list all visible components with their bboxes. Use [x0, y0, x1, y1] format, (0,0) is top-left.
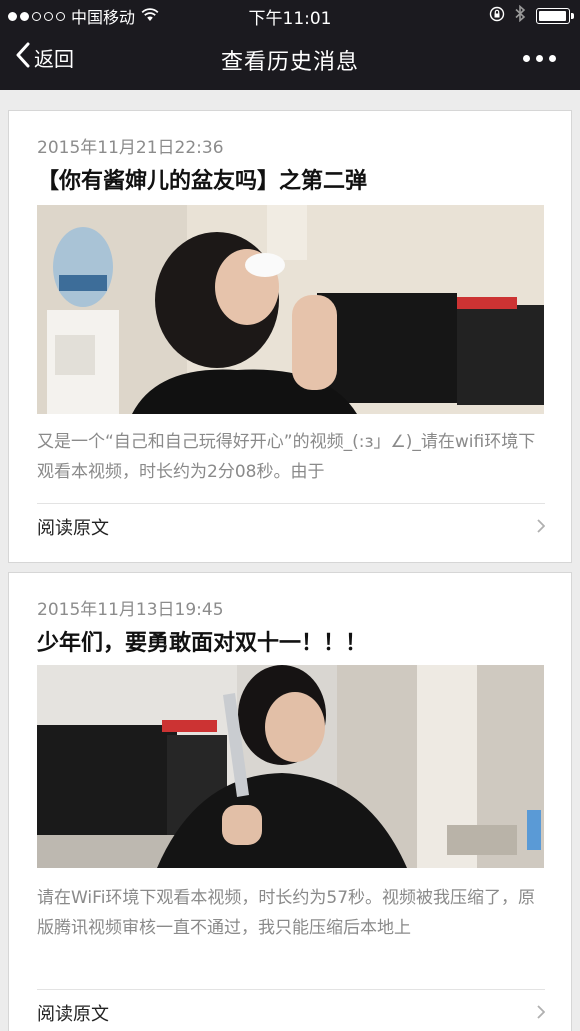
divider	[37, 503, 545, 504]
article-date: 2015年11月13日19:45	[37, 600, 224, 620]
article-thumbnail[interactable]	[37, 665, 544, 868]
article-description: 又是一个“自己和自己玩得好开心”的视频_(:з」∠)_请在wifi环境下观看本视…	[37, 432, 536, 482]
rotation-lock-icon	[489, 6, 505, 26]
article-card[interactable]: 2015年11月21日22:36 【你有酱婶儿的盆友吗】之第二弹 又是一个“自己…	[8, 110, 572, 563]
divider	[37, 989, 545, 990]
read-more-label: 阅读原文	[37, 1004, 109, 1025]
bluetooth-icon	[515, 4, 526, 26]
chevron-right-icon	[537, 517, 546, 538]
article-description: 请在WiFi环境下观看本视频，时长约为57秒。视频被我压缩了，原版腾讯视频审核一…	[37, 888, 536, 938]
read-original-link[interactable]: 阅读原文	[37, 993, 546, 1031]
read-original-link[interactable]: 阅读原文	[37, 507, 546, 547]
history-message-list: 2015年11月21日22:36 【你有酱婶儿的盆友吗】之第二弹 又是一个“自己…	[0, 90, 580, 1031]
article-thumbnail[interactable]	[37, 205, 544, 414]
read-more-label: 阅读原文	[37, 518, 109, 539]
article-title[interactable]: 【你有酱婶儿的盆友吗】之第二弹	[37, 163, 367, 195]
battery-icon	[536, 7, 574, 24]
more-dots-icon[interactable]	[523, 55, 556, 62]
article-date: 2015年11月21日22:36	[37, 138, 224, 158]
chevron-right-icon	[537, 1003, 546, 1024]
status-right	[489, 4, 574, 26]
article-title[interactable]: 少年们，要勇敢面对双十一！！！	[37, 625, 367, 657]
article-card[interactable]: 2015年11月13日19:45 少年们，要勇敢面对双十一！！！ 请在WiFi环…	[8, 572, 572, 1031]
navigation-bar: 返回 查看历史消息	[0, 30, 580, 90]
status-bar: 中国移动 下午11:01	[0, 0, 580, 30]
page-title: 查看历史消息	[220, 50, 359, 75]
